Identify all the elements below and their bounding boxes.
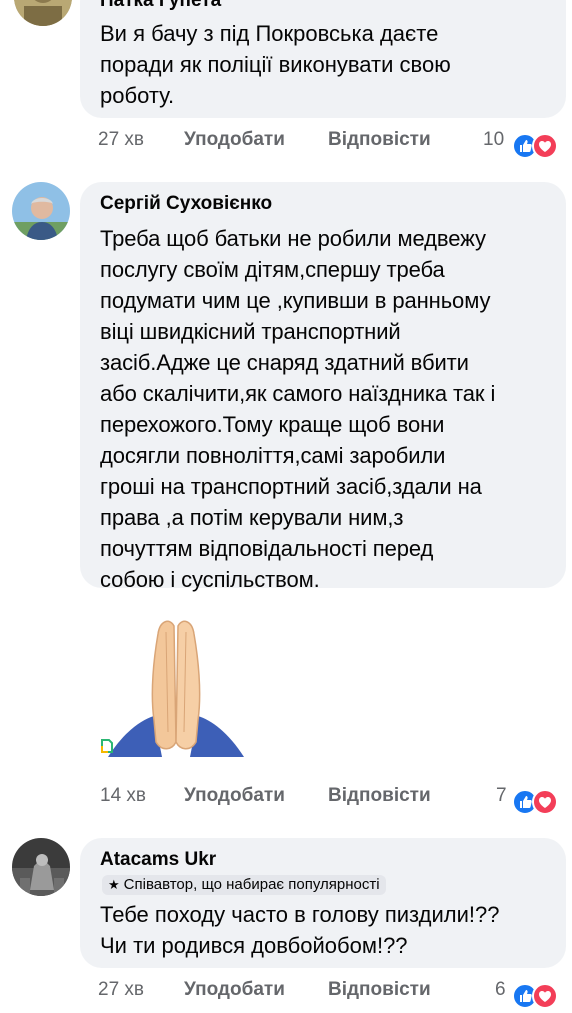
star-icon: ★ bbox=[108, 877, 120, 892]
comment-time[interactable]: 27 хв bbox=[98, 125, 144, 155]
comment-actions: 27 хв Уподобати Відповісти 10 bbox=[0, 125, 560, 159]
comment-actions: 27 хв Уподобати Відповісти 6 bbox=[0, 975, 560, 1009]
reaction-count[interactable]: 7 bbox=[496, 781, 507, 811]
love-reaction-icon bbox=[532, 133, 558, 159]
avatar-image bbox=[12, 182, 70, 240]
reactions[interactable] bbox=[512, 784, 566, 815]
comment-text: Тебе походу часто в голову пиздили!?? Чи… bbox=[100, 902, 500, 958]
reaction-count[interactable]: 10 bbox=[483, 125, 504, 155]
reply-button[interactable]: Відповісти bbox=[328, 125, 431, 155]
comment-time[interactable]: 27 хв bbox=[98, 975, 144, 1005]
avatar[interactable] bbox=[12, 838, 70, 896]
reactions[interactable] bbox=[512, 978, 566, 1009]
avatar[interactable] bbox=[12, 182, 70, 240]
reaction-count[interactable]: 6 bbox=[495, 975, 506, 1005]
avatar[interactable] bbox=[14, 0, 72, 26]
praying-hands-sticker[interactable] bbox=[96, 612, 246, 762]
sticker-corner-icon bbox=[100, 738, 114, 754]
reactions[interactable] bbox=[512, 128, 566, 159]
comment-text: Ви я бачу з під Покровська даєте поради … bbox=[100, 21, 451, 108]
comment-author[interactable]: Atacams Ukr bbox=[100, 849, 216, 871]
comment-author[interactable]: Сергій Суховієнко bbox=[100, 193, 272, 215]
contributor-badge[interactable]: ★ Співавтор, що набирає популярності bbox=[102, 875, 386, 895]
badge-label: Співавтор, що набирає популярності bbox=[123, 876, 380, 893]
love-reaction-icon bbox=[532, 983, 558, 1009]
avatar-image bbox=[14, 0, 72, 26]
comment-author[interactable]: Патка Гупета bbox=[100, 0, 221, 12]
love-reaction-icon bbox=[532, 789, 558, 815]
comment-text: Треба щоб батьки не робили медвежу послу… bbox=[100, 226, 496, 592]
reply-button[interactable]: Відповісти bbox=[328, 975, 431, 1005]
like-button[interactable]: Уподобати bbox=[184, 125, 285, 155]
comment-time[interactable]: 14 хв bbox=[100, 781, 146, 811]
comment-actions: 14 хв Уподобати Відповісти 7 bbox=[0, 781, 560, 815]
like-button[interactable]: Уподобати bbox=[184, 975, 285, 1005]
like-button[interactable]: Уподобати bbox=[184, 781, 285, 811]
reply-button[interactable]: Відповісти bbox=[328, 781, 431, 811]
praying-hands-icon bbox=[108, 620, 244, 757]
avatar-image bbox=[12, 838, 70, 896]
